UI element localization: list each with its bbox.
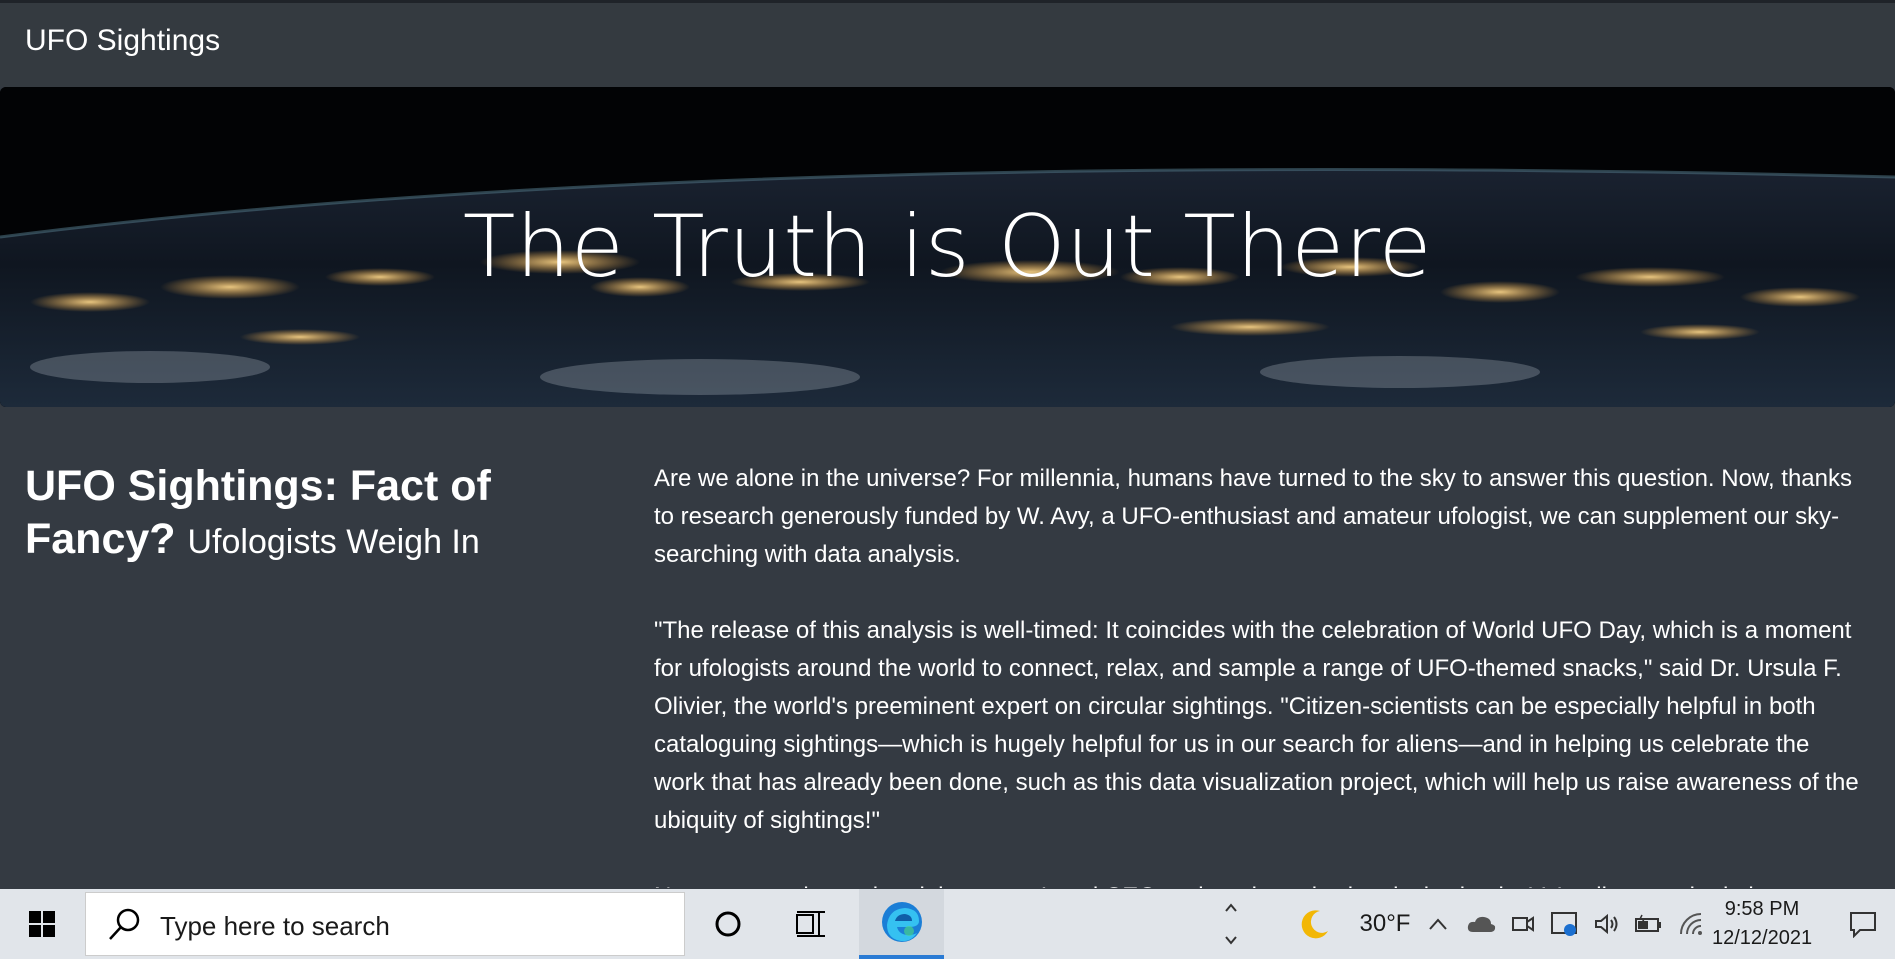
search-icon: [109, 908, 140, 940]
taskbar-scroll-button[interactable]: [1218, 889, 1244, 959]
cortana-icon: [715, 911, 741, 937]
windows-taskbar: Type here to search 30°F 9:58 PM 12/12/2…: [0, 889, 1895, 959]
start-button[interactable]: [0, 889, 84, 959]
article-body: Are we alone in the universe? For millen…: [654, 460, 1859, 888]
volume-button[interactable]: [1592, 889, 1622, 959]
taskbar-search-placeholder: Type here to search: [160, 911, 390, 941]
edge-icon: [881, 902, 922, 942]
clock-date: 12/12/2021: [1712, 927, 1813, 949]
battery-icon: [1635, 914, 1661, 932]
hero-title: The Truth is Out There: [462, 197, 1433, 297]
windows-start-icon: [29, 911, 55, 937]
weather-temperature[interactable]: 30°F: [1345, 889, 1425, 959]
hero-banner: The Truth is Out There: [0, 87, 1895, 407]
article-heading: UFO Sightings: Fact of Fancy? Ufologists…: [25, 460, 585, 569]
app-notification-button[interactable]: [1548, 889, 1582, 959]
taskbar-edge-button[interactable]: [859, 889, 944, 959]
article-subtitle: Ufologists Weigh In: [187, 523, 480, 561]
volume-icon: [1595, 913, 1618, 935]
article-paragraph: Are we alone in the universe? For millen…: [654, 465, 1852, 568]
navbar-brand[interactable]: UFO Sightings: [25, 24, 220, 58]
article-paragraph: Not everyone is so elated, however. Loca…: [654, 878, 1859, 888]
clock-time: 9:58 PM: [1724, 898, 1800, 920]
show-hidden-icons-button[interactable]: [1425, 889, 1451, 959]
taskbar-clock[interactable]: 9:58 PM 12/12/2021: [1712, 895, 1812, 953]
navbar: UFO Sightings: [0, 3, 1895, 87]
wifi-icon: [1680, 913, 1702, 935]
meet-now-icon: [1512, 916, 1534, 932]
battery-button[interactable]: [1632, 889, 1666, 959]
meet-now-button[interactable]: [1508, 889, 1538, 959]
scroll-arrows-icon: [1225, 903, 1237, 945]
task-view-button[interactable]: [780, 889, 842, 959]
taskbar-search-box[interactable]: Type here to search: [85, 892, 685, 956]
onedrive-cloud-icon: [1467, 916, 1496, 932]
cortana-button[interactable]: [697, 889, 759, 959]
wifi-button[interactable]: [1676, 889, 1706, 959]
article-paragraph: "The release of this analysis is well-ti…: [654, 617, 1859, 834]
task-view-icon: [796, 911, 825, 937]
chevron-up-icon: [1429, 918, 1447, 930]
moon-icon: [1301, 910, 1328, 939]
notifications-app-icon: [1551, 912, 1577, 936]
action-center-icon: [1850, 912, 1876, 938]
onedrive-button[interactable]: [1464, 889, 1498, 959]
weather-widget[interactable]: [1290, 889, 1340, 959]
action-center-button[interactable]: [1838, 889, 1888, 959]
article-heading-block: UFO Sightings: Fact of Fancy? Ufologists…: [25, 460, 585, 569]
